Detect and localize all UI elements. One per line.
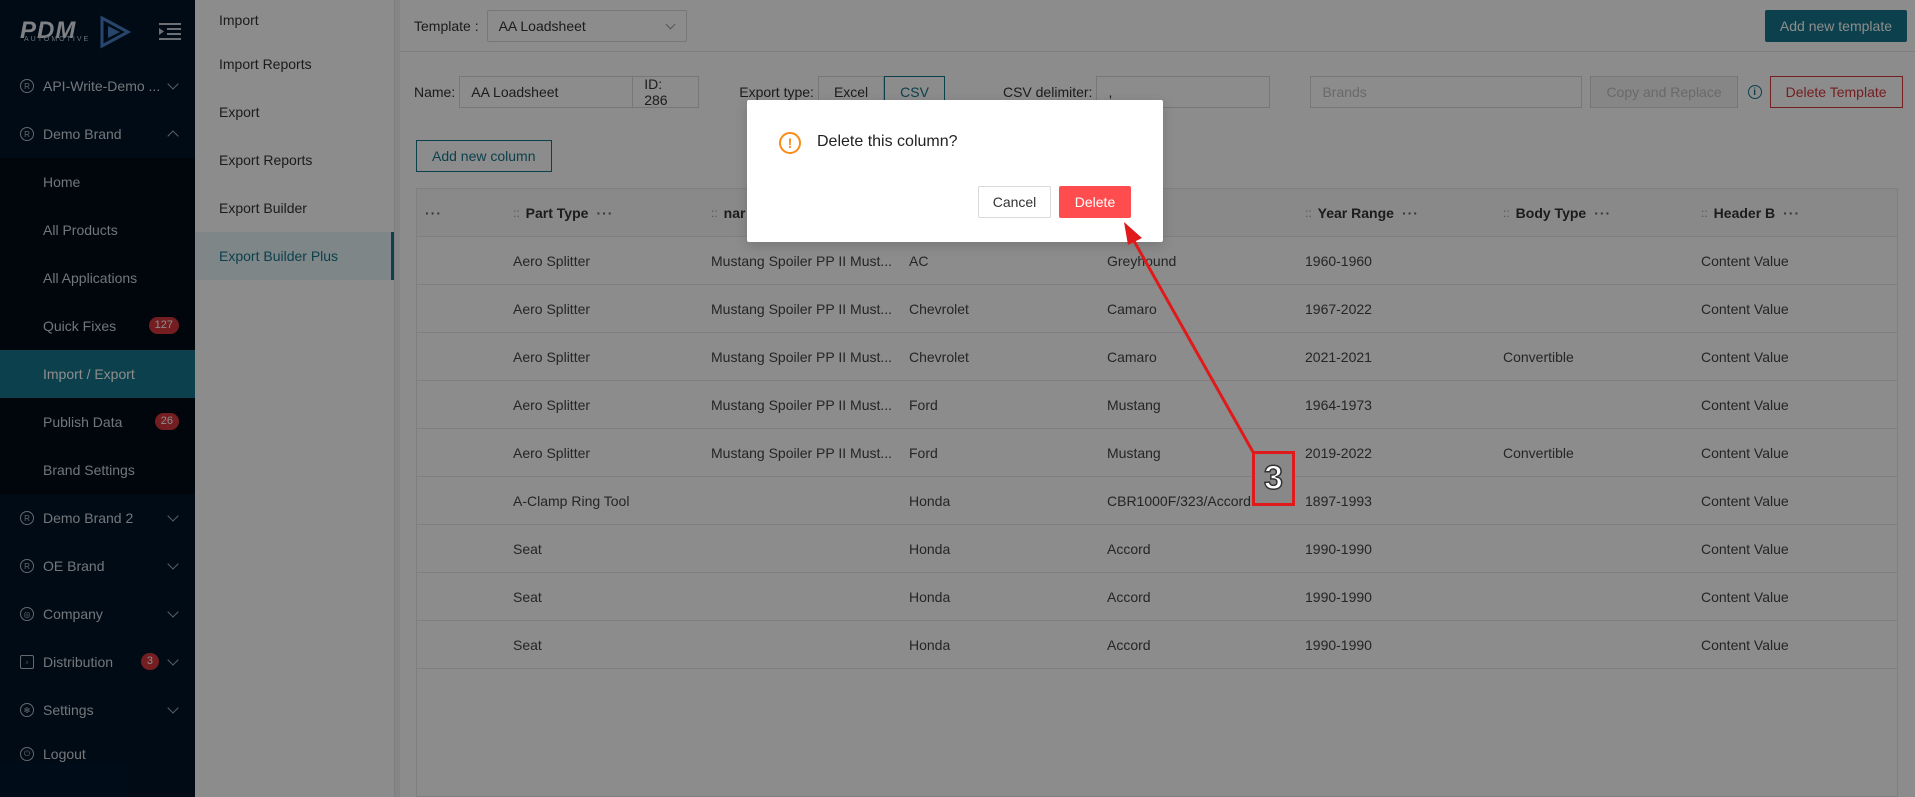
dialog-title: Delete this column? <box>817 133 958 150</box>
confirm-delete-dialog: ! Delete this column? Cancel Delete <box>747 100 1163 242</box>
delete-button[interactable]: Delete <box>1059 186 1131 218</box>
step-number-badge: 3 <box>1252 451 1295 506</box>
exclamation-circle-icon: ! <box>779 132 801 154</box>
cancel-button[interactable]: Cancel <box>978 186 1051 218</box>
